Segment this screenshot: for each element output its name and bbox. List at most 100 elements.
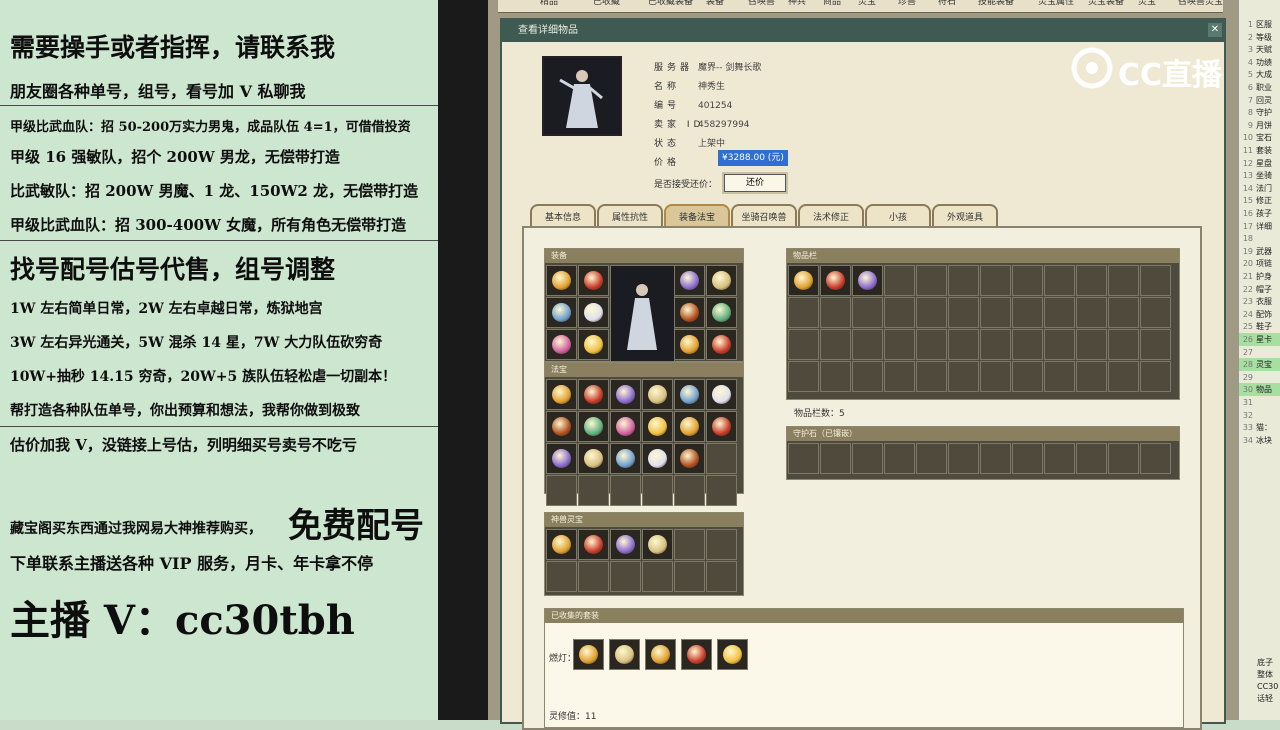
- fabao-item-slot[interactable]: [546, 443, 577, 474]
- top-tab[interactable]: 灵宝装备: [1088, 0, 1124, 10]
- inventory-item-slot[interactable]: [852, 265, 883, 296]
- promo-line: 藏宝阁买东西通过我网易大神推荐购买，: [10, 521, 262, 537]
- fabao-item-slot[interactable]: [546, 411, 577, 442]
- inventory-empty-slot: [852, 297, 883, 328]
- equipment-item-slot[interactable]: [578, 329, 609, 360]
- top-tab[interactable]: 灵宝属性: [1038, 0, 1074, 10]
- set-item-slot[interactable]: [717, 639, 748, 670]
- sheet-row: 11 套装: [1239, 144, 1280, 157]
- fabao-item-slot[interactable]: [642, 443, 673, 474]
- top-tab[interactable]: 神兵: [788, 0, 806, 10]
- lingbao-item-slot[interactable]: [546, 529, 577, 560]
- top-tab[interactable]: 精品: [540, 0, 558, 10]
- sheet-row: 1 区服: [1239, 18, 1280, 31]
- sheet-row: 31: [1239, 396, 1280, 409]
- fabao-item-icon: [680, 417, 699, 436]
- sheet-row: 22 帽子: [1239, 283, 1280, 296]
- tab-mounts[interactable]: 坐骑召唤兽: [731, 204, 797, 228]
- tab-spells[interactable]: 法术修正: [798, 204, 864, 228]
- set-item-slot[interactable]: [645, 639, 676, 670]
- cc-logo-text: CC直播: [1118, 58, 1223, 93]
- row-number: 31: [1242, 398, 1253, 407]
- set-item-slot[interactable]: [609, 639, 640, 670]
- row-number: 15: [1242, 196, 1253, 206]
- top-tab[interactable]: 灵宝: [858, 0, 876, 10]
- fabao-item-slot[interactable]: [546, 379, 577, 410]
- inventory-empty-slot: [884, 329, 915, 360]
- sheet-row: 33 猫：: [1239, 421, 1280, 434]
- fabao-item-slot[interactable]: [578, 411, 609, 442]
- fabao-item-slot[interactable]: [642, 379, 673, 410]
- tab-equipment[interactable]: 装备法宝: [664, 204, 730, 228]
- counter-offer-label: 是否接受还价：: [654, 180, 718, 190]
- row-number: 29: [1242, 372, 1253, 382]
- inventory-item-slot[interactable]: [820, 265, 851, 296]
- top-tab[interactable]: 召唤兽灵宝: [1178, 0, 1223, 10]
- top-tab[interactable]: 已收藏: [593, 0, 620, 10]
- set-item-icon: [723, 645, 742, 664]
- promo-line: 甲级比武血队：招 50-200万实力男鬼，成品队伍 4=1，可借借投资: [10, 120, 411, 135]
- equipment-item-slot[interactable]: [578, 265, 609, 296]
- top-tab[interactable]: 商品: [823, 0, 841, 10]
- fabao-item-slot[interactable]: [610, 443, 641, 474]
- equipment-item-icon: [584, 335, 603, 354]
- counter-offer-button[interactable]: 还价: [724, 174, 786, 192]
- inventory-empty-slot: [1140, 329, 1171, 360]
- fabao-item-slot[interactable]: [642, 411, 673, 442]
- fabao-item-slot[interactable]: [674, 411, 705, 442]
- lingbao-item-slot[interactable]: [578, 529, 609, 560]
- equipment-item-slot[interactable]: [706, 265, 737, 296]
- inventory-empty-slot: [1108, 361, 1139, 392]
- fabao-item-slot[interactable]: [578, 379, 609, 410]
- fabao-item-slot[interactable]: [610, 411, 641, 442]
- inventory-empty-slot: [1076, 361, 1107, 392]
- top-tab[interactable]: 技能装备: [978, 0, 1014, 10]
- row-number: 8: [1247, 108, 1253, 118]
- top-tab[interactable]: 灵宝: [1138, 0, 1156, 10]
- tab-child[interactable]: 小孩: [865, 204, 931, 228]
- tab-appearance[interactable]: 外观道具: [932, 204, 998, 228]
- lingbao-item-slot[interactable]: [610, 529, 641, 560]
- fabao-item-slot[interactable]: [706, 379, 737, 410]
- tab-attributes[interactable]: 属性抗性: [597, 204, 663, 228]
- inventory-empty-slot: [1140, 361, 1171, 392]
- fabao-item-slot[interactable]: [674, 443, 705, 474]
- top-tab[interactable]: 符石: [938, 0, 956, 10]
- top-tab[interactable]: 已收藏装备: [648, 0, 693, 10]
- top-tab[interactable]: 珍兽: [898, 0, 916, 10]
- lingbao-item-slot[interactable]: [642, 529, 673, 560]
- equipment-item-slot[interactable]: [674, 297, 705, 328]
- sheet-row: 30 物品: [1239, 383, 1280, 397]
- top-tab[interactable]: 召唤兽: [748, 0, 775, 10]
- equipment-item-slot[interactable]: [674, 265, 705, 296]
- equipment-item-slot[interactable]: [706, 297, 737, 328]
- equipment-item-slot[interactable]: [674, 329, 705, 360]
- lingbao-empty-slot: [706, 529, 737, 560]
- info-server: 服务器 魔界-- 剑舞长歌: [654, 63, 762, 73]
- promo-line: 估价加我 V，没链接上号估，列明细买号卖号不吃亏: [10, 436, 357, 454]
- inventory-item-slot[interactable]: [788, 265, 819, 296]
- equipment-item-slot[interactable]: [578, 297, 609, 328]
- fabao-item-slot[interactable]: [578, 443, 609, 474]
- top-tab[interactable]: 装备: [706, 0, 724, 10]
- equipment-box: 装备: [544, 248, 744, 362]
- fabao-item-icon: [616, 417, 635, 436]
- row-number: 11: [1242, 146, 1253, 155]
- tab-basic-info[interactable]: 基本信息: [530, 204, 596, 228]
- close-icon[interactable]: ✕: [1208, 23, 1222, 37]
- equipment-item-slot[interactable]: [546, 297, 577, 328]
- equipment-item-slot[interactable]: [546, 329, 577, 360]
- info-id: 编号 401254: [654, 101, 733, 111]
- sheet-row: 34 冰块: [1239, 434, 1280, 447]
- sheet-row: 29: [1239, 371, 1280, 384]
- set-item-slot[interactable]: [573, 639, 604, 670]
- fabao-item-slot[interactable]: [674, 379, 705, 410]
- equipment-item-slot[interactable]: [546, 265, 577, 296]
- row-text: 功绩: [1256, 57, 1272, 67]
- equipment-item-icon: [680, 335, 699, 354]
- fabao-item-slot[interactable]: [610, 379, 641, 410]
- inventory-item-icon: [826, 271, 845, 290]
- equipment-item-slot[interactable]: [706, 329, 737, 360]
- fabao-item-slot[interactable]: [706, 411, 737, 442]
- set-item-slot[interactable]: [681, 639, 712, 670]
